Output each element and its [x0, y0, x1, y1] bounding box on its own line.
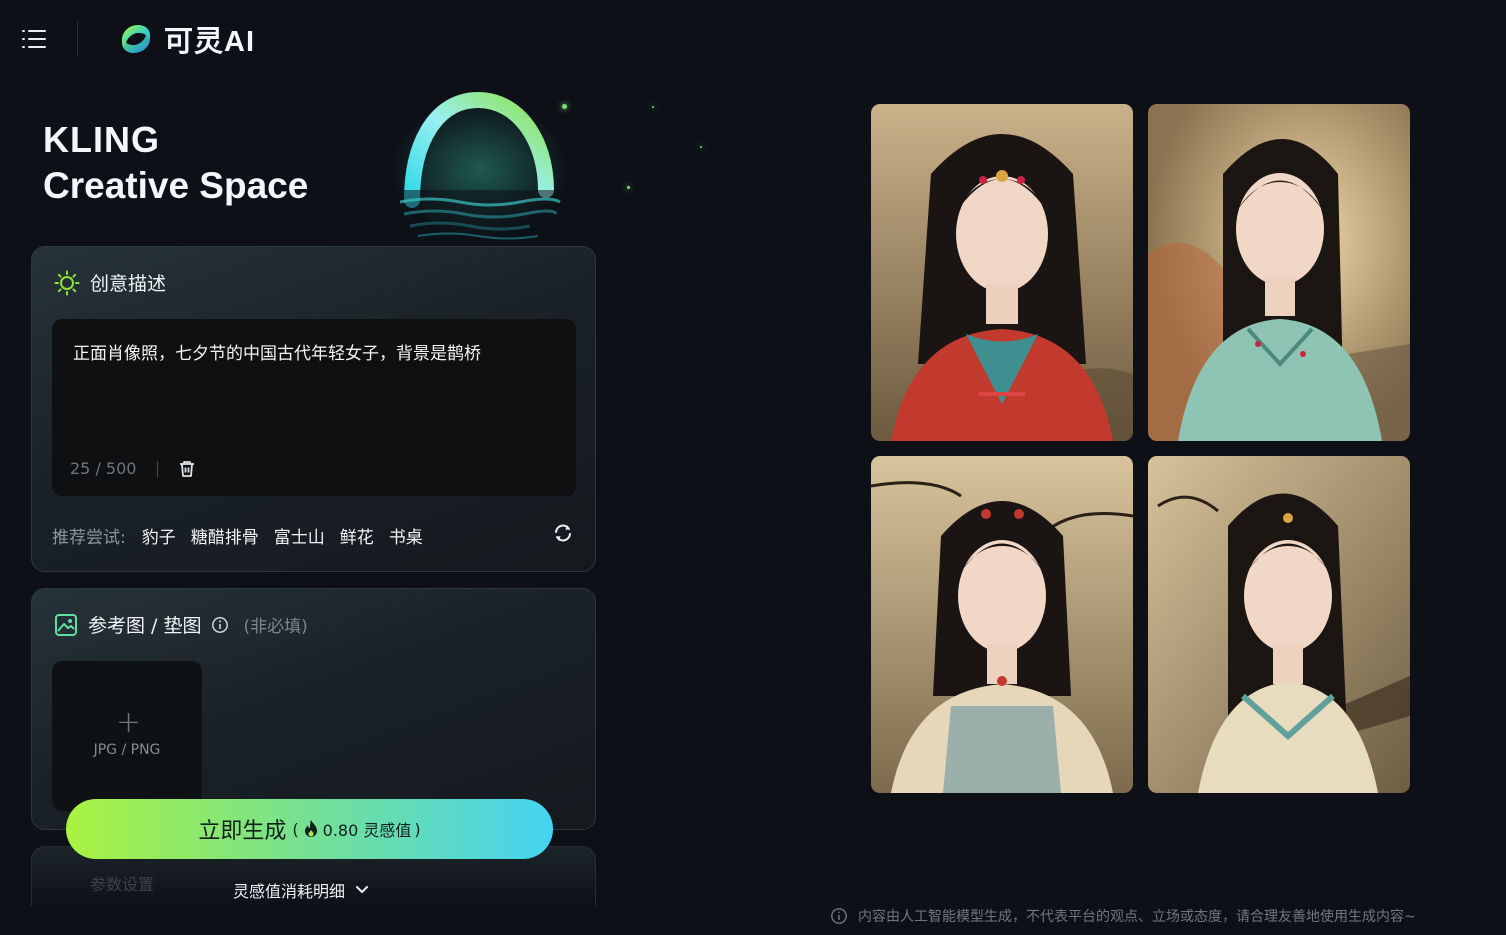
consumption-detail-label: 灵感值消耗明细 — [233, 882, 346, 901]
refresh-icon[interactable] — [552, 522, 574, 544]
page-scrollbar[interactable] — [1498, 0, 1506, 935]
header-divider — [77, 22, 78, 56]
portrait-image — [871, 456, 1133, 793]
info-icon — [831, 908, 847, 924]
spark-dot — [700, 146, 702, 148]
settings-panel-title: 参数设置 — [90, 875, 155, 894]
image-icon — [55, 613, 77, 636]
hero-line-1: KLING — [43, 119, 160, 160]
suggestion-chip[interactable]: 富士山 — [274, 523, 325, 548]
spark-dot — [562, 104, 567, 109]
suggestion-chip[interactable]: 糖醋排骨 — [191, 523, 259, 548]
char-counter: 25 / 500 — [70, 459, 137, 478]
generate-button[interactable]: 立即生成 ( 0.80 灵感值 ) — [66, 799, 553, 859]
hero-title: KLING Creative Space — [43, 117, 308, 209]
prompt-textarea[interactable]: 正面肖像照，七夕节的中国古代年轻女子，背景是鹊桥 25 / 500 — [52, 319, 576, 496]
generate-cost: ( 0.80 灵感值 ) — [292, 817, 420, 841]
portrait-image — [871, 104, 1133, 441]
prompt-text[interactable]: 正面肖像照，七夕节的中国古代年轻女子，背景是鹊桥 — [73, 339, 481, 364]
cost-value: 0.80 灵感值 — [322, 821, 412, 840]
chevron-down-icon — [356, 886, 369, 894]
cost-close: ) — [414, 819, 421, 839]
plus-icon: + — [116, 705, 142, 740]
brand-name: 可灵AI — [164, 26, 256, 58]
suggestion-chip[interactable]: 鲜花 — [340, 523, 374, 548]
kling-logo-icon — [121, 25, 151, 53]
reference-panel-header: 参考图 / 垫图 (非必填) — [54, 611, 308, 638]
suggestion-chip[interactable]: 书桌 — [389, 523, 423, 548]
brand-logo[interactable]: 可灵AI — [116, 18, 255, 60]
top-bar: 可灵AI — [0, 0, 1506, 78]
cost-open: ( — [292, 819, 299, 839]
reference-panel: 参考图 / 垫图 (非必填) + JPG / PNG — [31, 588, 596, 830]
hero-line-2: Creative Space — [43, 165, 309, 206]
suggestion-row: 推荐尝试: 豹子 糖醋排骨 富士山 鲜花 书桌 — [52, 523, 438, 548]
trash-icon[interactable] — [177, 459, 197, 479]
counter-divider — [157, 461, 158, 477]
flame-icon — [304, 820, 317, 837]
result-image-3[interactable] — [871, 456, 1133, 793]
optional-label: (非必填) — [243, 617, 308, 637]
result-image-2[interactable] — [1148, 104, 1410, 441]
image-upload-area[interactable]: + JPG / PNG — [52, 661, 202, 811]
sun-icon — [54, 270, 80, 295]
portrait-image — [1148, 104, 1410, 441]
prompt-panel-title: 创意描述 — [90, 273, 167, 295]
prompt-panel: 创意描述 正面肖像照，七夕节的中国古代年轻女子，背景是鹊桥 25 / 500 推… — [31, 246, 596, 572]
portrait-image — [1148, 456, 1410, 793]
consumption-detail-toggle[interactable]: 灵感值消耗明细 — [233, 878, 369, 902]
disclaimer-text: 内容由人工智能模型生成，不代表平台的观点、立场或态度，请合理友善地使用生成内容~ — [858, 909, 1416, 925]
result-image-4[interactable] — [1148, 456, 1410, 793]
result-image-1[interactable] — [871, 104, 1133, 441]
ai-disclaimer: 内容由人工智能模型生成，不代表平台的观点、立场或态度，请合理友善地使用生成内容~ — [830, 906, 1416, 926]
spark-dot — [627, 186, 630, 189]
suggestion-chip[interactable]: 豹子 — [142, 523, 176, 548]
reference-panel-title: 参考图 / 垫图 — [88, 615, 202, 637]
suggest-label: 推荐尝试: — [52, 528, 126, 548]
hero-ring-decoration — [390, 91, 570, 250]
spark-dot — [652, 106, 654, 108]
upload-formats: JPG / PNG — [93, 742, 161, 758]
info-icon[interactable] — [211, 616, 229, 634]
menu-icon[interactable] — [22, 28, 46, 50]
generate-label: 立即生成 — [198, 819, 287, 844]
prompt-panel-header: 创意描述 — [54, 269, 166, 296]
